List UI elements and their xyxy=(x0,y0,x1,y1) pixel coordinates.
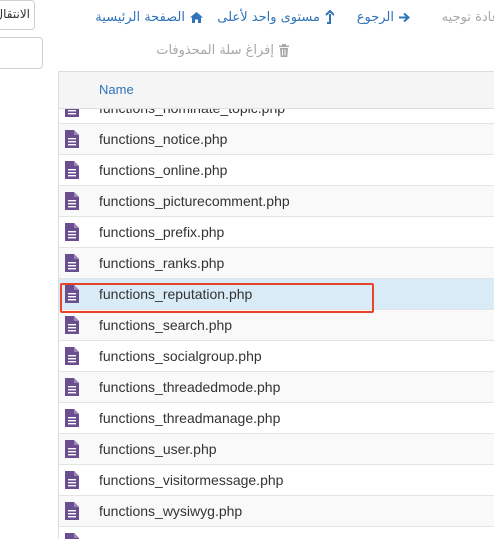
file-table: Name functions_nominate_topic.phpfunctio… xyxy=(58,71,494,539)
table-row[interactable]: functions_visitormessage.php xyxy=(59,465,494,496)
file-name: functions_online.php xyxy=(99,162,228,178)
file-text-icon xyxy=(65,285,79,303)
table-row[interactable]: functions_online.php xyxy=(59,155,494,186)
file-name: functions_threadmanage.php xyxy=(99,410,281,426)
file-name: functions_socialgroup.php xyxy=(99,348,262,364)
empty-trash-button[interactable]: إفراغ سلة المحذوفات xyxy=(156,41,290,59)
file-text-icon xyxy=(65,109,79,117)
table-row[interactable] xyxy=(59,527,494,539)
file-name: functions_search.php xyxy=(99,317,233,333)
home-button[interactable]: الصفحة الرئيسية xyxy=(95,8,204,26)
table-rows: functions_nominate_topic.php functions_no… xyxy=(59,109,494,539)
up-one-level-button[interactable]: مستوى واحد لأعلى xyxy=(217,8,334,26)
back-label: الرجوع xyxy=(356,9,394,25)
table-row[interactable]: functions_socialgroup.php xyxy=(59,341,494,372)
file-name: functions_user.php xyxy=(99,441,217,457)
file-text-icon xyxy=(65,254,79,272)
file-name: functions_reputation.php xyxy=(99,286,253,302)
level-up-icon xyxy=(325,10,334,24)
file-text-icon xyxy=(65,223,79,241)
file-name: functions_picturecomment.php xyxy=(99,193,290,209)
file-text-icon xyxy=(65,161,79,179)
arrow-right-icon xyxy=(399,12,411,22)
trash-icon xyxy=(279,43,289,57)
table-row[interactable]: functions_wysiwyg.php xyxy=(59,496,494,527)
table-body: functions_nominate_topic.php functions_no… xyxy=(59,109,494,539)
file-text-icon xyxy=(65,471,79,489)
empty-trash-label: إفراغ سلة المحذوفات xyxy=(156,42,274,58)
table-row[interactable]: functions_threadedmode.php xyxy=(59,372,494,403)
file-name: functions_threadedmode.php xyxy=(99,379,281,395)
file-text-icon xyxy=(65,502,79,520)
redirect-label: إعادة توجيه xyxy=(441,9,494,25)
toolbar: إعادة توجيه الرجوع مستوى واحد لأعلى الصف… xyxy=(58,0,494,70)
file-name: functions_wysiwyg.php xyxy=(99,503,243,519)
table-row[interactable]: functions_picturecomment.php xyxy=(59,186,494,217)
file-name: functions_nominate_topic.php xyxy=(99,109,285,116)
file-text-icon xyxy=(65,192,79,210)
file-text-icon xyxy=(65,378,79,396)
file-name: functions_ranks.php xyxy=(99,255,225,271)
column-header-name[interactable]: Name xyxy=(99,82,134,97)
table-row[interactable]: functions_search.php xyxy=(59,310,494,341)
table-row[interactable]: functions_ranks.php xyxy=(59,248,494,279)
file-text-icon xyxy=(65,440,79,458)
table-row[interactable]: functions_user.php xyxy=(59,434,494,465)
table-row[interactable]: functions_reputation.php xyxy=(59,279,494,310)
file-text-icon xyxy=(65,409,79,427)
left-go-button-label: الانتقال xyxy=(0,7,30,21)
file-text-icon xyxy=(65,316,79,334)
file-text-icon xyxy=(65,347,79,365)
table-header: Name xyxy=(59,72,494,109)
file-text-icon xyxy=(65,533,79,539)
file-name: functions_notice.php xyxy=(99,131,228,147)
file-name: functions_visitormessage.php xyxy=(99,472,284,488)
back-button[interactable]: الرجوع xyxy=(357,8,411,26)
home-label: الصفحة الرئيسية xyxy=(95,9,185,25)
file-text-icon xyxy=(65,130,79,148)
up-one-level-label: مستوى واحد لأعلى xyxy=(217,9,320,25)
table-row[interactable]: functions_notice.php xyxy=(59,124,494,155)
left-go-button[interactable]: الانتقال xyxy=(0,0,35,30)
table-row[interactable]: functions_nominate_topic.php xyxy=(59,109,494,124)
table-row[interactable]: functions_threadmanage.php xyxy=(59,403,494,434)
file-name: functions_prefix.php xyxy=(99,224,225,240)
path-input[interactable] xyxy=(0,37,43,69)
table-row[interactable]: functions_prefix.php xyxy=(59,217,494,248)
home-icon xyxy=(190,11,203,23)
redirect-button[interactable]: إعادة توجيه xyxy=(442,8,494,26)
